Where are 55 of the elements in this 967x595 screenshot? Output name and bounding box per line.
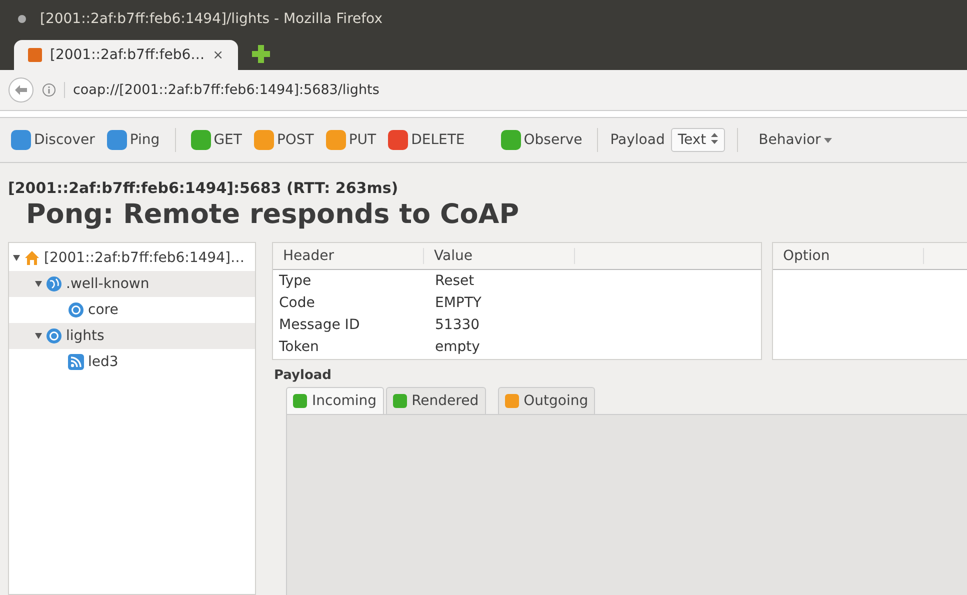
tree-label: core xyxy=(88,302,118,318)
tree-label: lights xyxy=(66,328,104,344)
behavior-menu[interactable]: Behavior xyxy=(756,130,835,150)
toolbar-button[interactable]: Observe xyxy=(498,128,586,152)
tree-item[interactable]: led3 xyxy=(9,349,255,375)
table-cell-text: Message ID xyxy=(278,317,361,333)
new-tab-icon[interactable] xyxy=(252,45,270,63)
app-icon xyxy=(28,48,42,62)
expanded-arrow-icon[interactable] xyxy=(13,255,20,261)
toolbar-button[interactable]: POST xyxy=(250,128,317,152)
tree-label: led3 xyxy=(88,354,118,370)
payload-tab[interactable]: Incoming xyxy=(286,387,384,414)
table-cell-text: Reset xyxy=(434,273,476,289)
tree-label: [2001::2af:b7ff:feb6:1494]… xyxy=(44,250,244,266)
tab-title: [2001::2af:b7ff:feb6… xyxy=(50,47,205,63)
payload-tab[interactable]: Rendered xyxy=(386,387,486,414)
globe-icon xyxy=(46,276,62,292)
caret-icon xyxy=(824,138,832,142)
column-header[interactable]: Header xyxy=(273,248,424,264)
status-message: Pong: Remote responds to CoAP xyxy=(26,199,520,230)
payload-heading: Payload xyxy=(274,368,332,383)
tree-label: .well-known xyxy=(66,276,150,292)
info-icon[interactable] xyxy=(42,83,56,97)
tree-item[interactable]: [2001::2af:b7ff:feb6:1494]… xyxy=(9,245,255,271)
window-menu-icon[interactable] xyxy=(18,15,26,23)
window-title: [2001::2af:b7ff:feb6:1494]/lights - Mozilla Firefox xyxy=(40,11,382,27)
tree-item[interactable]: core xyxy=(9,297,255,323)
expanded-arrow-icon[interactable] xyxy=(35,281,42,287)
table-cell-text: empty xyxy=(434,339,481,355)
table-cell-text: Token xyxy=(278,339,320,355)
payload-tab[interactable]: Outgoing xyxy=(498,387,596,414)
resource-icon xyxy=(46,328,62,344)
toolbar-button[interactable]: DELETE xyxy=(385,128,468,152)
table-cell-text: 51330 xyxy=(434,317,481,333)
expanded-arrow-icon[interactable] xyxy=(35,333,42,339)
table-cell-text: Type xyxy=(278,273,312,289)
table-cell-text: Code xyxy=(278,295,316,311)
tree-item[interactable]: lights xyxy=(9,323,255,349)
resource-icon xyxy=(68,302,84,318)
format-select[interactable]: Text xyxy=(670,128,725,152)
back-button[interactable] xyxy=(8,77,34,103)
home-icon xyxy=(24,250,40,266)
toolbar-button[interactable]: PUT xyxy=(322,128,380,152)
toolbar-button[interactable]: Discover xyxy=(8,128,98,152)
toolbar-button[interactable]: Ping xyxy=(104,128,163,152)
toolbar-button[interactable]: GET xyxy=(188,128,245,152)
payload-label: Payload xyxy=(610,132,665,148)
column-header[interactable]: Value xyxy=(424,248,575,264)
browser-tab[interactable]: [2001::2af:b7ff:feb6… × xyxy=(14,40,238,70)
feed-icon xyxy=(68,354,84,370)
spinner-icon xyxy=(710,133,718,144)
close-tab-button[interactable]: × xyxy=(212,48,224,62)
endpoint-text: [2001::2af:b7ff:feb6:1494]:5683 (RTT: 263ms) xyxy=(8,179,400,197)
table-cell-text: EMPTY xyxy=(434,295,482,311)
tree-item[interactable]: .well-known xyxy=(9,271,255,297)
